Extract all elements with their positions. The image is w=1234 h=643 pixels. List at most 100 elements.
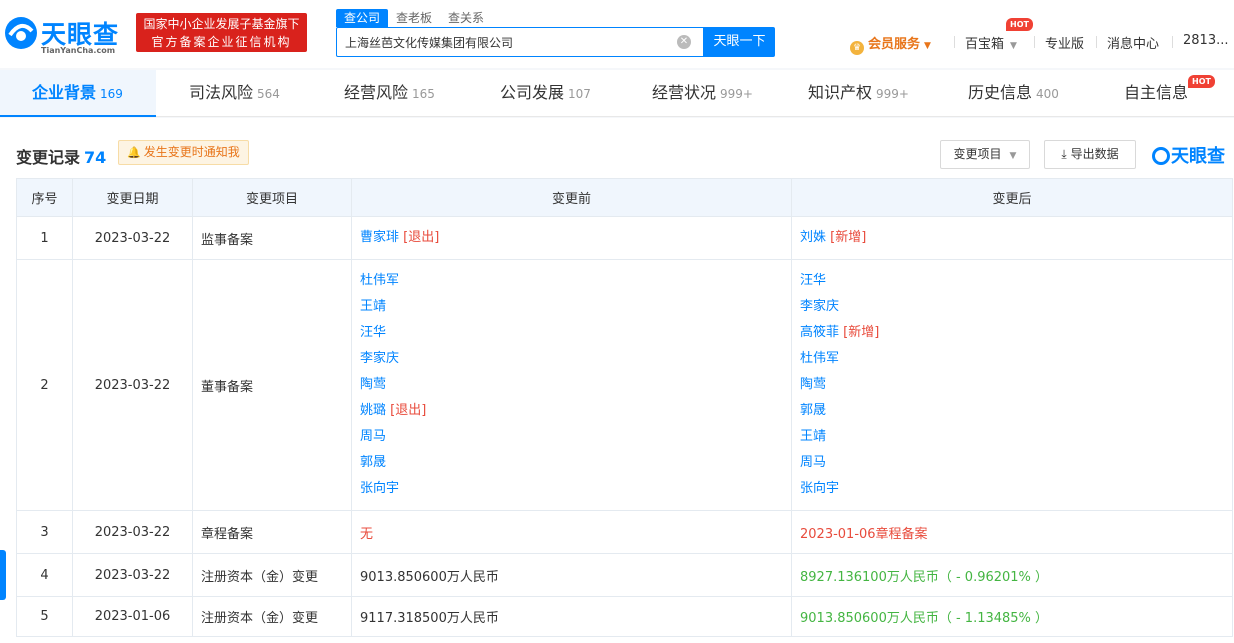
change-item: 章程备案 <box>192 510 352 554</box>
gov-badge: 国家中小企业发展子基金旗下 官方备案企业征信机构 <box>136 13 307 52</box>
baibao-label: 百宝箱 <box>965 37 1005 52</box>
column-header: 变更日期 <box>72 178 193 217</box>
chevron-down-icon: ▼ <box>1010 41 1017 51</box>
column-header: 变更前 <box>351 178 792 217</box>
search-input[interactable] <box>345 28 665 56</box>
tab-label: 自主信息 <box>1124 83 1189 102</box>
change-item: 董事备案 <box>192 259 352 511</box>
change-date: 2023-03-22 <box>72 216 193 260</box>
person-link[interactable]: 曹家琲 <box>360 230 399 245</box>
pro-version-link[interactable]: 专业版 <box>1045 33 1084 52</box>
gov-badge-line2: 官方备案企业征信机构 <box>151 35 292 49</box>
search-button[interactable]: 天眼一下 <box>704 27 775 57</box>
tab-company-development[interactable]: 公司发展 107 <box>500 70 591 117</box>
baibao-menu[interactable]: 百宝箱 ▼ <box>965 33 1017 52</box>
person-entry: 杜伟军 <box>800 346 1224 372</box>
table-header-row: 序号 变更日期 变更项目 变更前 变更后 <box>16 178 1233 217</box>
change-item-filter[interactable]: 变更项目 ▼ <box>940 140 1030 169</box>
divider <box>1096 36 1097 48</box>
row-number: 2 <box>16 259 73 511</box>
divider <box>1034 36 1035 48</box>
vip-service-label: 会员服务 <box>868 37 921 52</box>
person-link[interactable]: 李家庆 <box>360 351 399 366</box>
crown-icon: ♛ <box>850 41 864 55</box>
download-icon: ⤓ <box>1061 147 1067 161</box>
clear-icon[interactable]: ✕ <box>677 35 691 49</box>
tab-enterprise-background[interactable]: 企业背景 169 <box>0 70 156 117</box>
before-value: 无 <box>351 510 792 554</box>
person-link[interactable]: 张向宇 <box>360 481 399 496</box>
side-float-tab[interactable] <box>0 550 6 600</box>
tab-count: 165 <box>412 87 435 101</box>
person-link[interactable]: 姚璐 <box>360 403 386 418</box>
export-label: 导出数据 <box>1070 147 1119 161</box>
tab-judicial-risk[interactable]: 司法风险 564 <box>189 70 280 117</box>
export-data-button[interactable]: ⤓ 导出数据 <box>1044 140 1136 169</box>
top-header: 天眼查 TianYanCha.com 国家中小企业发展子基金旗下 官方备案企业征… <box>0 0 1234 68</box>
tab-history-info[interactable]: 历史信息 400 <box>968 70 1059 117</box>
after-cell: 汪华 李家庆 高筱菲 [新增] 杜伟军 陶莺 郭晟 王靖 周马 张向宇 <box>791 259 1233 511</box>
person-link[interactable]: 王靖 <box>800 429 826 444</box>
person-link[interactable]: 高筱菲 <box>800 325 839 340</box>
after-value: 2023-01-06章程备案 <box>791 510 1233 554</box>
tab-self-info[interactable]: 自主信息 <box>1124 70 1188 117</box>
person-entry: 周马 <box>360 424 783 450</box>
tab-count: 169 <box>100 87 123 101</box>
person-entry: 张向宇 <box>800 476 1224 502</box>
person-link[interactable]: 陶莺 <box>800 377 826 392</box>
change-record-section: 变更记录 74 🔔 发生变更时通知我 变更项目 ▼ ⤓ 导出数据 天眼查 序号 变更日期… <box>0 118 1234 643</box>
logo[interactable]: 天眼查 TianYanCha.com <box>0 8 128 56</box>
person-entry: 李家庆 <box>360 346 783 372</box>
person-entry: 汪华 <box>800 268 1224 294</box>
person-link[interactable]: 周马 <box>800 455 826 470</box>
row-number: 5 <box>16 596 73 637</box>
person-link[interactable]: 张向宇 <box>800 481 839 496</box>
before-value: 9117.318500万人民币 <box>351 596 792 637</box>
column-header: 变更后 <box>791 178 1233 217</box>
person-link[interactable]: 郭晟 <box>800 403 826 418</box>
hot-badge: HOT <box>1188 75 1215 88</box>
message-center-link[interactable]: 消息中心 <box>1107 33 1159 52</box>
tab-operation-risk[interactable]: 经营风险 165 <box>344 70 435 117</box>
change-item: 注册资本（金）变更 <box>192 596 352 637</box>
tab-intellectual-property[interactable]: 知识产权 999+ <box>808 70 909 117</box>
change-date: 2023-01-06 <box>72 596 193 637</box>
before-cell: 曹家琲 [退出] <box>351 216 792 260</box>
logo-subtitle: TianYanCha.com <box>41 46 116 55</box>
tab-count: 107 <box>568 87 591 101</box>
tab-label: 司法风险 <box>189 83 254 102</box>
person-link[interactable]: 刘姝 <box>800 230 826 245</box>
person-entry: 郭晟 <box>360 450 783 476</box>
search-tab-boss[interactable]: 查老板 <box>388 9 440 27</box>
person-link[interactable]: 周马 <box>360 429 386 444</box>
vip-service-menu[interactable]: ♛ 会员服务 ▼ <box>850 33 931 55</box>
exit-tag: [退出] <box>390 403 427 418</box>
tab-operation-status[interactable]: 经营状况 999+ <box>652 70 753 117</box>
person-link[interactable]: 汪华 <box>360 325 386 340</box>
change-date: 2023-03-22 <box>72 510 193 554</box>
person-link[interactable]: 王靖 <box>360 299 386 314</box>
person-link[interactable]: 郭晟 <box>360 455 386 470</box>
person-link[interactable]: 陶莺 <box>360 377 386 392</box>
person-link[interactable]: 汪华 <box>800 273 826 288</box>
tab-count: 400 <box>1036 87 1059 101</box>
user-account-menu[interactable]: 2813... <box>1183 33 1228 48</box>
logo-mark-icon <box>5 17 37 49</box>
new-tag: [新增] <box>830 230 867 245</box>
exit-tag: [退出] <box>403 230 440 245</box>
table-row: 1 2023-03-22 监事备案 曹家琲 [退出] 刘姝 [新增] <box>16 216 1233 260</box>
notify-change-button[interactable]: 🔔 发生变更时通知我 <box>118 140 249 165</box>
person-entry: 高筱菲 [新增] <box>800 320 1224 346</box>
person-link[interactable]: 杜伟军 <box>360 273 399 288</box>
search-tab-relation[interactable]: 查关系 <box>440 9 492 27</box>
person-link[interactable]: 杜伟军 <box>800 351 839 366</box>
person-link[interactable]: 李家庆 <box>800 299 839 314</box>
tab-count: 999+ <box>876 87 909 101</box>
search-type-tabs: 查公司 查老板 查关系 <box>336 9 492 27</box>
new-tag: [新增] <box>843 325 880 340</box>
tab-label: 知识产权 <box>808 83 873 102</box>
section-title-text: 变更记录 <box>16 148 81 167</box>
tab-label: 企业背景 <box>32 83 97 102</box>
watermark-logo: 天眼查 <box>1152 142 1225 168</box>
search-tab-company[interactable]: 查公司 <box>336 9 389 27</box>
